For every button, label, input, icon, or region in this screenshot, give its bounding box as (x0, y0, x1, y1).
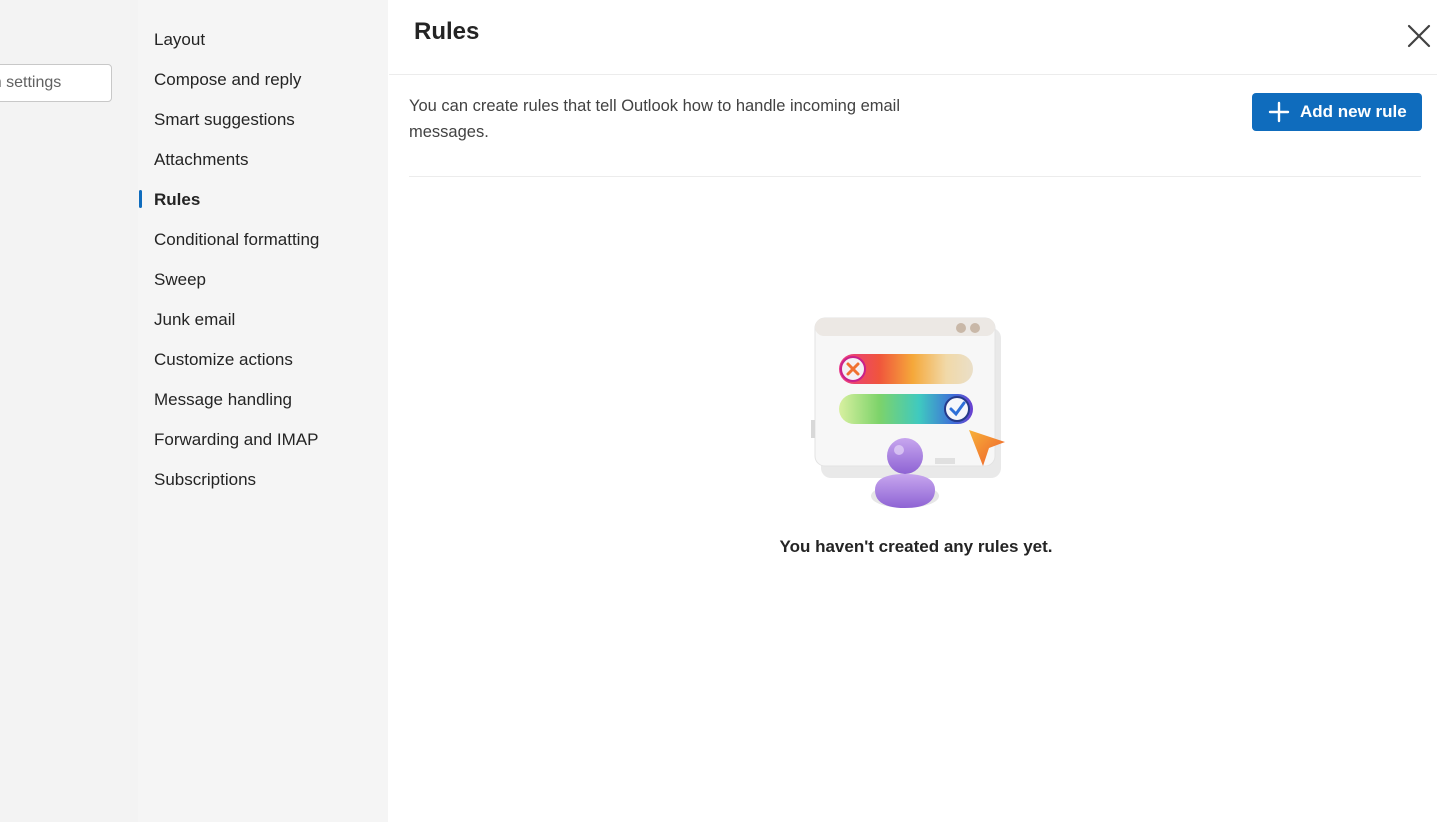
nav-item-subscriptions[interactable]: Subscriptions (154, 466, 256, 494)
nav-item-forwarding-and-imap[interactable]: Forwarding and IMAP (154, 426, 318, 454)
add-new-rule-button[interactable]: Add new rule (1252, 93, 1422, 131)
settings-search-pane (0, 0, 138, 822)
page-title: Rules (414, 18, 480, 45)
rules-empty-illustration (811, 317, 1005, 508)
nav-item-message-handling[interactable]: Message handling (154, 386, 292, 414)
nav-item-smart-suggestions[interactable]: Smart suggestions (154, 106, 295, 134)
nav-item-junk-email[interactable]: Junk email (154, 306, 235, 334)
nav-item-rules[interactable]: Rules (154, 186, 200, 214)
empty-state-text: You haven't created any rules yet. (779, 537, 1053, 556)
nav-item-layout[interactable]: Layout (154, 26, 205, 54)
header-divider (389, 74, 1437, 75)
nav-item-conditional-formatting[interactable]: Conditional formatting (154, 226, 319, 254)
nav-item-attachments[interactable]: Attachments (154, 146, 249, 174)
nav-item-compose-and-reply[interactable]: Compose and reply (154, 66, 301, 94)
settings-window: Layout Compose and reply Smart suggestio… (0, 0, 1437, 822)
search-settings-input[interactable] (0, 65, 111, 101)
nav-active-indicator (139, 190, 142, 208)
search-settings-box[interactable] (0, 64, 112, 102)
settings-nav: Layout Compose and reply Smart suggestio… (138, 0, 388, 822)
close-icon (1407, 24, 1431, 48)
nav-item-customize-actions[interactable]: Customize actions (154, 346, 293, 374)
rules-panel: Rules You can create rules that tell Out… (389, 0, 1437, 822)
rules-description: You can create rules that tell Outlook h… (409, 97, 901, 141)
add-new-rule-label: Add new rule (1300, 102, 1407, 121)
plus-icon (1268, 101, 1290, 123)
close-button[interactable] (1403, 20, 1435, 52)
content-divider (409, 176, 1421, 177)
nav-item-sweep[interactable]: Sweep (154, 266, 206, 294)
